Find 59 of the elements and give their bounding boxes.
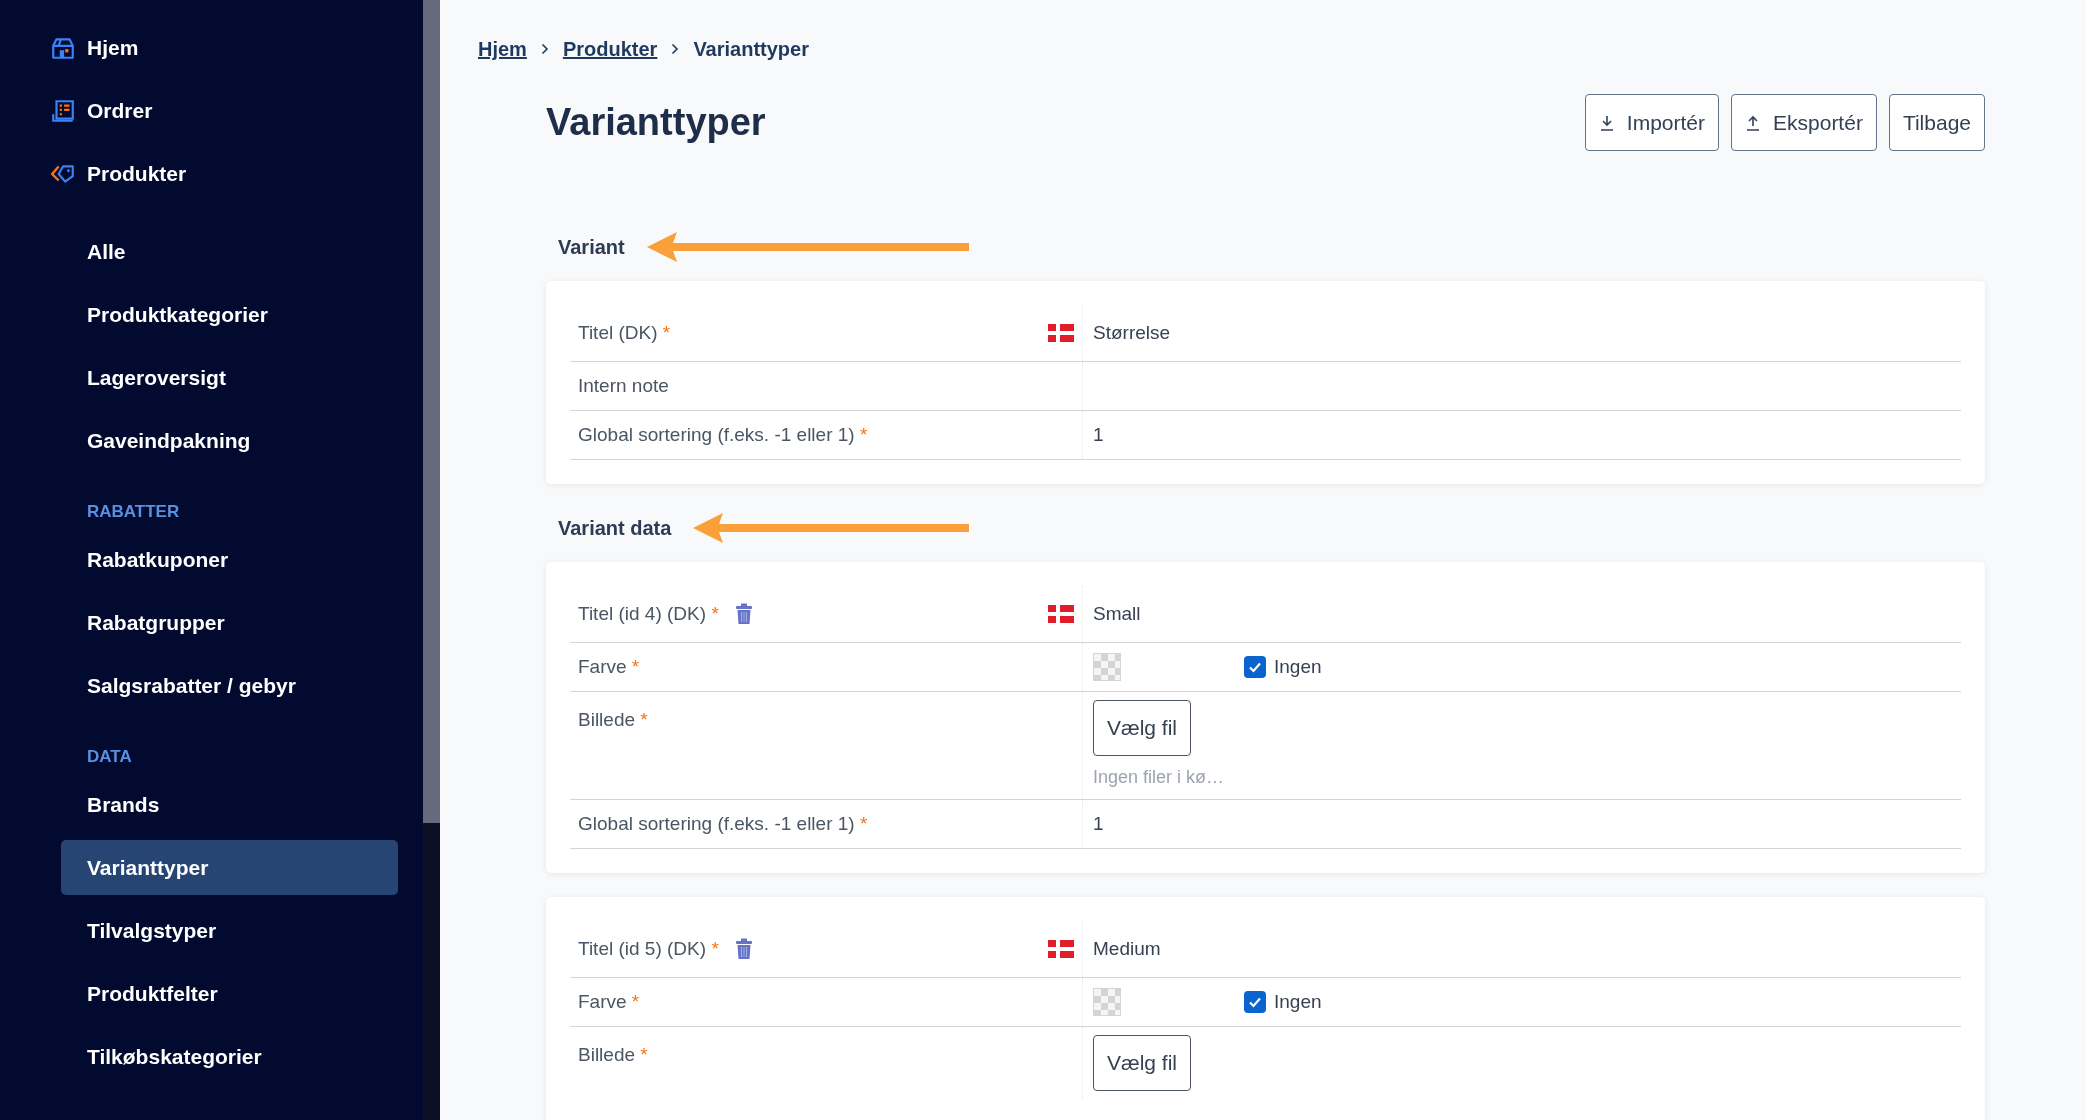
field-label: Titel (id 4) (DK) * xyxy=(578,601,719,626)
checkbox[interactable] xyxy=(1244,656,1266,678)
trash-icon[interactable] xyxy=(734,938,753,960)
sidebar-item[interactable]: Produktfelter xyxy=(61,966,398,1021)
action-button[interactable]: Eksportér xyxy=(1731,94,1877,151)
receipt-list-icon xyxy=(50,98,76,124)
sidebar-item[interactable]: Varianttyper xyxy=(61,840,398,895)
breadcrumb-current: Varianttyper xyxy=(693,37,809,62)
field-label: Farve * xyxy=(578,989,640,1014)
sidebar-item[interactable]: Rabatgrupper xyxy=(61,595,398,650)
field-label: Intern note xyxy=(578,373,669,398)
choose-file-button[interactable]: Vælg fil xyxy=(1093,1035,1192,1091)
sidebar-item[interactable]: Rabatkuponer xyxy=(61,532,398,587)
sidebar-item[interactable]: Produkter xyxy=(87,158,187,190)
field-value[interactable]: Medium xyxy=(1093,934,1161,964)
sidebar-section-heading: RABATTER xyxy=(87,501,180,523)
field-label: Global sortering (f.eks. -1 eller 1) * xyxy=(578,811,868,836)
sidebar-item[interactable]: Gaveindpakning xyxy=(61,413,398,468)
sidebar-item[interactable]: Alle xyxy=(61,224,398,279)
checkbox[interactable] xyxy=(1244,991,1266,1013)
file-status-text: Ingen filer i kø… xyxy=(1093,766,1225,789)
breadcrumb-link[interactable]: Hjem xyxy=(478,34,527,64)
field-label: Titel (DK) * xyxy=(578,320,671,345)
checkbox-label: Ingen xyxy=(1274,989,1322,1014)
field-value[interactable]: 1 xyxy=(1093,809,1104,839)
field-value[interactable]: Small xyxy=(1093,599,1141,629)
sidebar-item[interactable]: Tilvalgstyper xyxy=(61,903,398,958)
house-icon xyxy=(50,35,76,61)
sidebar-item[interactable]: Produktkategorier xyxy=(61,287,398,342)
sidebar-item[interactable]: Lageroversigt xyxy=(61,350,398,405)
download-icon xyxy=(1598,113,1615,132)
field-label: Titel (id 5) (DK) * xyxy=(578,936,719,961)
section-heading: Variant xyxy=(558,235,625,260)
sidebar-item[interactable]: Brands xyxy=(61,777,398,832)
trash-icon[interactable] xyxy=(734,603,753,625)
breadcrumb-link[interactable]: Produkter xyxy=(562,34,658,64)
upload-icon xyxy=(1745,113,1761,132)
section-heading: Variant data xyxy=(558,516,672,541)
choose-file-button[interactable]: Vælg fil xyxy=(1093,700,1192,756)
color-swatch[interactable] xyxy=(1093,653,1121,681)
checkbox-label: Ingen xyxy=(1274,654,1322,679)
color-swatch[interactable] xyxy=(1093,988,1121,1016)
sidebar-item[interactable]: Tilkøbskategorier xyxy=(61,1029,398,1084)
chevron-right-icon xyxy=(671,43,680,55)
field-value[interactable]: 1 xyxy=(1093,420,1104,450)
field-label: Farve * xyxy=(578,654,640,679)
field-label: Billede * xyxy=(578,708,648,732)
action-button[interactable]: Tilbage xyxy=(1888,94,1985,151)
action-button[interactable]: Importér xyxy=(1584,94,1719,151)
field-value[interactable]: Størrelse xyxy=(1093,318,1171,348)
sidebar-item[interactable]: Hjem xyxy=(87,32,139,64)
scrollbar-thumb[interactable] xyxy=(423,0,440,823)
sidebar-item[interactable]: Ordrer xyxy=(87,95,153,127)
field-label: Billede * xyxy=(578,1043,648,1067)
sidebar-item[interactable]: Salgsrabatter / gebyr xyxy=(61,658,398,713)
field-label: Global sortering (f.eks. -1 eller 1) * xyxy=(578,422,868,447)
chevron-right-icon xyxy=(540,43,549,55)
page-title: Varianttyper xyxy=(546,100,766,145)
sidebar-section-heading: DATA xyxy=(87,746,132,768)
